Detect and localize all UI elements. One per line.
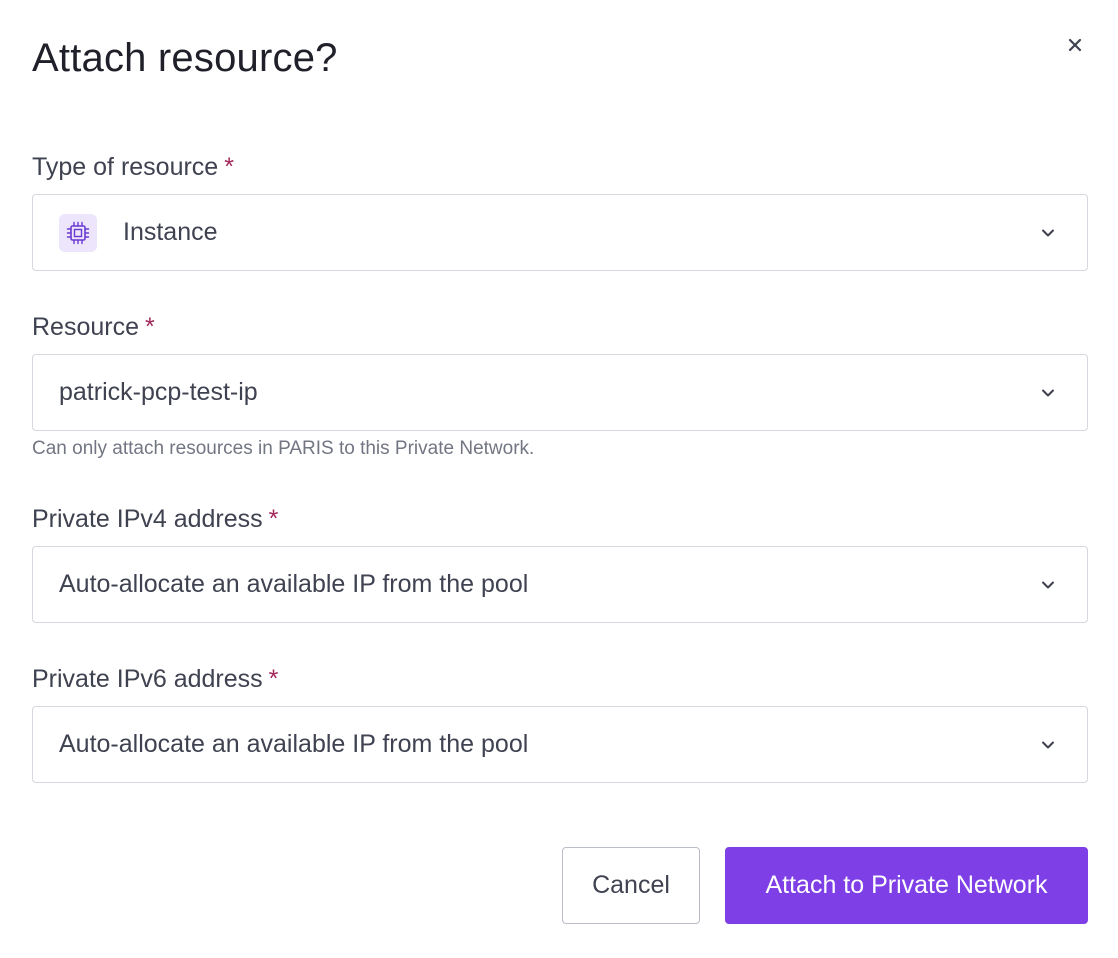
- ipv6-label: Private IPv6 address *: [32, 665, 278, 694]
- chevron-down-icon: [1039, 384, 1057, 402]
- cancel-button[interactable]: Cancel: [562, 847, 700, 924]
- resource-value: patrick-pcp-test-ip: [59, 378, 258, 406]
- resource-helper-text: Can only attach resources in PARIS to th…: [32, 438, 535, 459]
- required-mark: *: [145, 313, 155, 341]
- type-of-resource-label: Type of resource *: [32, 153, 234, 182]
- close-button[interactable]: [1062, 34, 1088, 60]
- required-mark: *: [268, 505, 279, 533]
- ipv4-value: Auto-allocate an available IP from the p…: [59, 570, 529, 598]
- type-of-resource-select[interactable]: Instance: [32, 194, 1088, 271]
- ipv6-select[interactable]: Auto-allocate an available IP from the p…: [32, 706, 1088, 783]
- chevron-down-icon: [1039, 224, 1057, 242]
- chevron-down-icon: [1039, 736, 1057, 754]
- type-of-resource-label-text: Type of resource: [32, 153, 219, 181]
- ipv4-label: Private IPv4 address *: [32, 505, 278, 534]
- resource-label-text: Resource: [32, 313, 139, 341]
- dialog-title: Attach resource?: [32, 36, 338, 80]
- close-icon: [1067, 37, 1083, 58]
- chip-icon: [59, 213, 97, 252]
- resource-label: Resource *: [32, 313, 155, 342]
- required-mark: *: [268, 665, 279, 693]
- chevron-down-icon: [1039, 576, 1057, 594]
- ipv4-select[interactable]: Auto-allocate an available IP from the p…: [32, 546, 1088, 623]
- attach-to-private-network-button[interactable]: Attach to Private Network: [725, 847, 1088, 924]
- ipv4-label-text: Private IPv4 address: [32, 505, 263, 533]
- resource-select[interactable]: patrick-pcp-test-ip: [32, 354, 1088, 431]
- ipv6-label-text: Private IPv6 address: [32, 665, 263, 693]
- ipv6-value: Auto-allocate an available IP from the p…: [59, 730, 529, 758]
- type-of-resource-value: Instance: [123, 218, 218, 246]
- required-mark: *: [224, 153, 234, 181]
